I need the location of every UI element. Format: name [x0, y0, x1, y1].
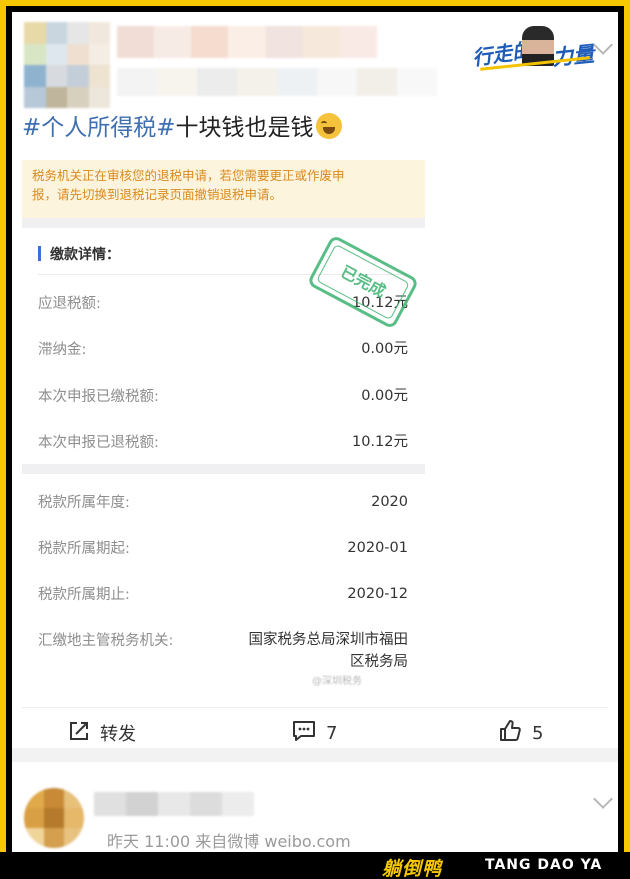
detail-row: 滞纳金: 0.00元: [38, 338, 408, 362]
row-key: 税款所属期起:: [38, 541, 130, 557]
detail-row: 汇缴地主管税务机关: 国家税务总局深圳市福田 区税务局: [38, 629, 408, 677]
user-badge: 行走的 力量: [471, 26, 597, 71]
badge-text-2: 力量: [550, 41, 596, 71]
row-value: 2020-01: [347, 540, 408, 556]
refund-notice: 税务机关正在审核您的退税申请，若您需要更正或作废申 报，请先切换到退税记录页面撤…: [22, 160, 425, 218]
next-post-card: 昨天 11:00 来自微博 weibo.com: [12, 762, 618, 852]
section-title: 缴款详情：: [38, 244, 120, 264]
divider: [22, 464, 425, 474]
row-key: 汇缴地主管税务机关:: [38, 633, 174, 649]
row-value: 0.00元: [361, 341, 408, 357]
repost-icon: [68, 720, 90, 747]
divider: [22, 707, 608, 708]
divider: [22, 218, 425, 228]
username[interactable]: [94, 792, 254, 816]
notice-line-2: 报，请先切换到退税记录页面撤销退税申请。: [32, 187, 283, 202]
row-key: 税款所属年度:: [38, 495, 130, 511]
row-value: 2020: [371, 494, 408, 510]
row-key: 税款所属期止:: [38, 587, 130, 603]
repost-label: 转发: [100, 724, 136, 745]
comment-count: 7: [326, 722, 338, 744]
hashtag-link[interactable]: #个人所得税#: [22, 115, 176, 141]
weibo-post-card: 行走的 力量 #个人所得税#十块钱也是钱 税务机关正在审核您的退税申请，若您需要…: [12, 12, 618, 757]
avatar[interactable]: [24, 22, 110, 108]
row-key: 本次申报已退税额:: [38, 435, 159, 451]
row-key: 应退税额:: [38, 296, 101, 312]
row-value-line-1: 国家税务总局深圳市福田: [248, 632, 409, 648]
post-meta: [117, 68, 437, 96]
row-value: 0.00元: [361, 388, 408, 404]
detail-row: 本次申报已退税额: 10.12元: [38, 431, 408, 455]
detail-row: 税款所属年度: 2020: [38, 491, 408, 515]
post-separator: [12, 748, 618, 762]
brand-logo-text: 躺倒鸭: [382, 858, 443, 879]
detail-row: 税款所属期起: 2020-01: [38, 537, 408, 561]
detail-row: 税款所属期止: 2020-12: [38, 583, 408, 607]
row-value-line-2: 区税务局: [350, 654, 408, 670]
laughing-crying-icon: [315, 113, 342, 139]
row-key: 本次申报已缴税额:: [38, 389, 159, 405]
post-meta: 昨天 11:00 来自微博 weibo.com: [107, 832, 351, 851]
like-count: 5: [532, 722, 544, 744]
brand-logo-subtext: TANG DAO YA: [485, 857, 603, 873]
row-value: 2020-12: [347, 586, 408, 602]
username[interactable]: [117, 26, 377, 58]
detail-row: 本次申报已缴税额: 0.00元: [38, 385, 408, 409]
notice-line-1: 税务机关正在审核您的退税申请，若您需要更正或作废申: [32, 168, 345, 183]
thumbs-up-icon: [498, 719, 522, 748]
post-content: #个人所得税#十块钱也是钱: [22, 112, 342, 144]
row-value: 10.12元: [351, 434, 408, 450]
comment-icon: [292, 720, 316, 747]
row-key: 滞纳金:: [38, 342, 87, 358]
chevron-down-icon[interactable]: [593, 789, 613, 809]
post-image[interactable]: 税务机关正在审核您的退税申请，若您需要更正或作废申 报，请先切换到退税记录页面撤…: [22, 160, 425, 690]
row-value: 国家税务总局深圳市福田 区税务局: [249, 629, 409, 673]
post-text: 十块钱也是钱: [175, 115, 314, 141]
image-watermark: @深圳税务: [312, 676, 362, 687]
avatar[interactable]: [24, 788, 84, 848]
